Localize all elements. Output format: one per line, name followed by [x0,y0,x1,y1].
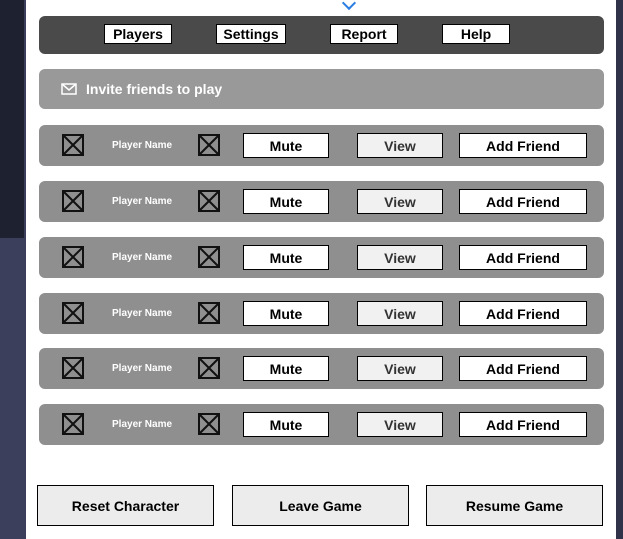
avatar-placeholder-icon[interactable] [62,302,84,324]
player-name: Player Name [112,196,173,207]
checkbox-icon[interactable] [198,302,220,324]
checkbox-icon[interactable] [198,357,220,379]
mute-button[interactable]: Mute [243,301,329,326]
tab-help[interactable]: Help [442,24,510,44]
player-name: Player Name [112,308,173,319]
player-row: Player Name Mute View Add Friend [39,348,604,389]
resume-game-button[interactable]: Resume Game [426,485,603,526]
player-name: Player Name [112,419,173,430]
tab-settings[interactable]: Settings [216,24,286,44]
view-button[interactable]: View [357,133,443,158]
player-row: Player Name Mute View Add Friend [39,237,604,278]
view-button[interactable]: View [357,245,443,270]
mute-button[interactable]: Mute [243,356,329,381]
view-button[interactable]: View [357,301,443,326]
checkbox-icon[interactable] [198,246,220,268]
add-friend-button[interactable]: Add Friend [459,245,587,270]
player-row: Player Name Mute View Add Friend [39,404,604,445]
top-navigation-bar: Players Settings Report Help [39,16,604,54]
mute-button[interactable]: Mute [243,412,329,437]
mute-button[interactable]: Mute [243,245,329,270]
checkbox-icon[interactable] [198,413,220,435]
avatar-placeholder-icon[interactable] [62,357,84,379]
tab-report[interactable]: Report [330,24,398,44]
invite-label: Invite friends to play [86,81,223,97]
invite-friends-button[interactable]: Invite friends to play [39,69,604,109]
add-friend-button[interactable]: Add Friend [459,301,587,326]
view-button[interactable]: View [357,356,443,381]
view-button[interactable]: View [357,412,443,437]
avatar-placeholder-icon[interactable] [62,246,84,268]
players-panel: Players Settings Report Help Invite frie… [26,0,616,539]
chevron-down-icon [341,0,357,11]
leave-game-button[interactable]: Leave Game [232,485,409,526]
player-name: Player Name [112,252,173,263]
avatar-placeholder-icon[interactable] [62,413,84,435]
add-friend-button[interactable]: Add Friend [459,133,587,158]
left-dark-block [0,0,24,238]
envelope-icon [61,83,77,95]
add-friend-button[interactable]: Add Friend [459,189,587,214]
add-friend-button[interactable]: Add Friend [459,356,587,381]
player-row: Player Name Mute View Add Friend [39,125,604,166]
add-friend-button[interactable]: Add Friend [459,412,587,437]
tab-players[interactable]: Players [104,24,172,44]
player-row: Player Name Mute View Add Friend [39,181,604,222]
avatar-placeholder-icon[interactable] [62,134,84,156]
mute-button[interactable]: Mute [243,133,329,158]
player-row: Player Name Mute View Add Friend [39,293,604,334]
view-button[interactable]: View [357,189,443,214]
checkbox-icon[interactable] [198,190,220,212]
mute-button[interactable]: Mute [243,189,329,214]
player-name: Player Name [112,363,173,374]
player-name: Player Name [112,140,173,151]
avatar-placeholder-icon[interactable] [62,190,84,212]
checkbox-icon[interactable] [198,134,220,156]
reset-character-button[interactable]: Reset Character [37,485,214,526]
